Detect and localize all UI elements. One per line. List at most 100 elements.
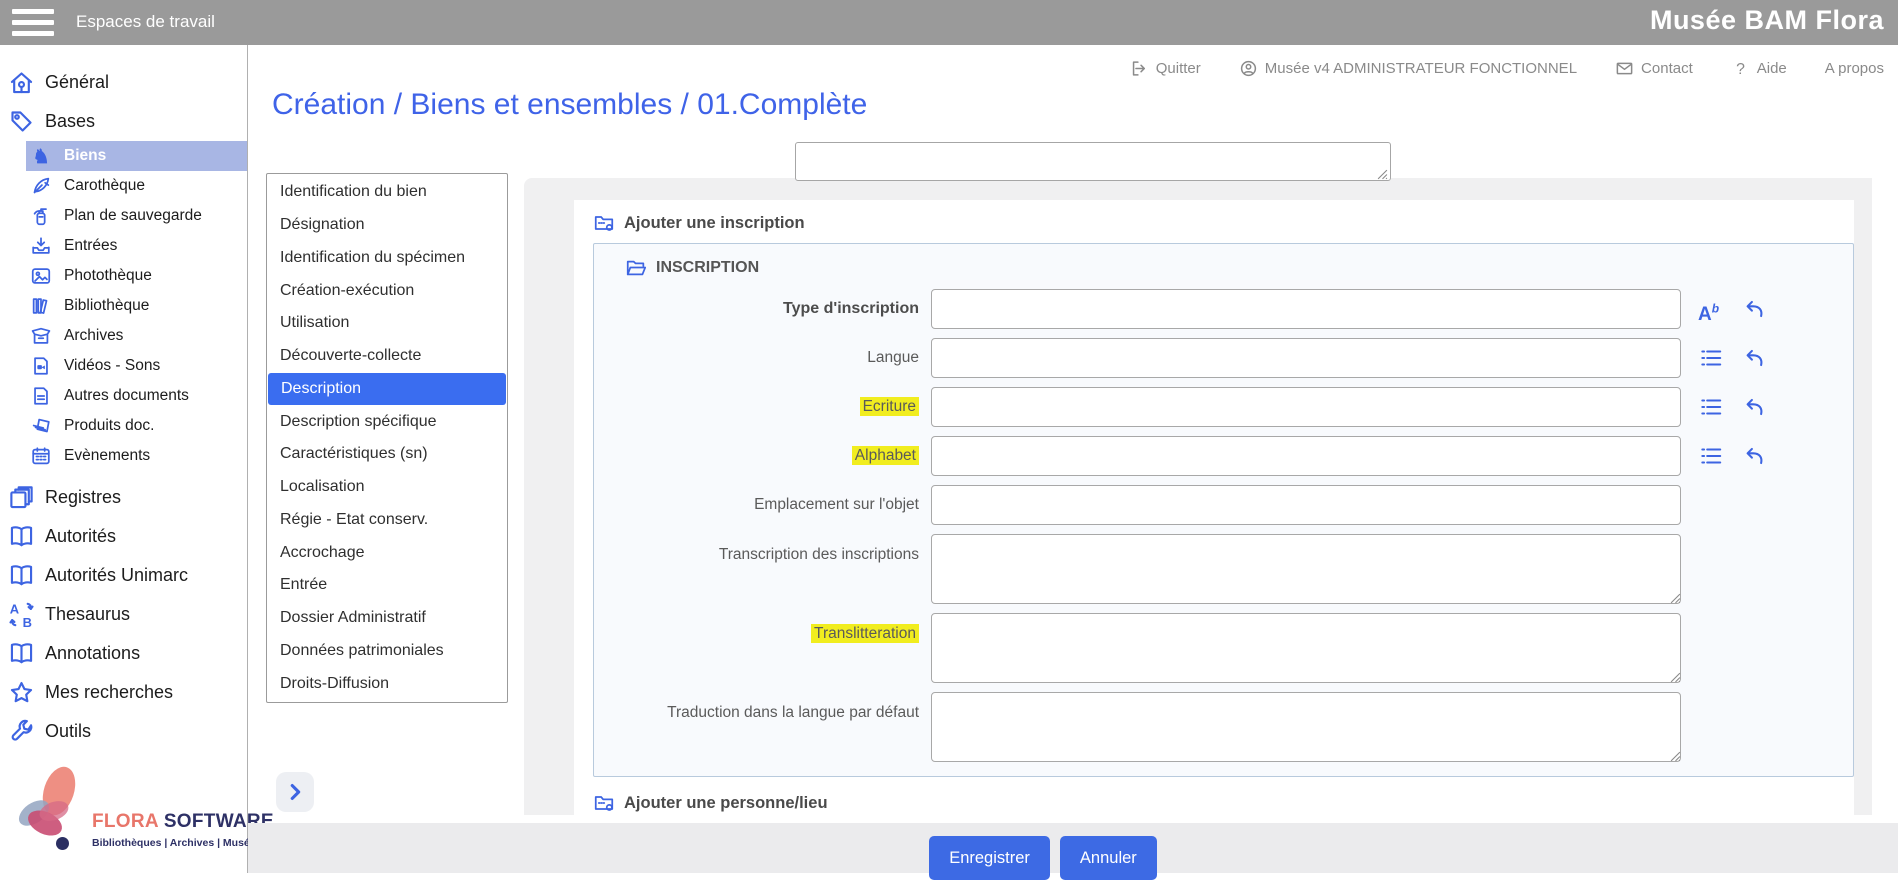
sidebar-item-mes-recherches[interactable]: Mes recherches	[0, 673, 247, 712]
section-tab-accrochage[interactable]: Accrochage	[267, 536, 507, 569]
save-button[interactable]: Enregistrer	[929, 836, 1050, 880]
section-nav: Identification du bienDésignationIdentif…	[266, 173, 508, 703]
resize-handle-icon	[1377, 167, 1388, 178]
sidebar-item-bases[interactable]: Bases	[0, 102, 247, 141]
field-control	[931, 387, 1681, 427]
field-row-langue: Langue	[594, 338, 1853, 378]
cutoff-textarea[interactable]	[795, 142, 1391, 181]
section-tab-description[interactable]: Description	[268, 373, 506, 406]
expand-nav-button[interactable]	[276, 772, 314, 812]
sidebar-item-registres[interactable]: Registres	[0, 478, 247, 517]
add-inscription-header: Ajouter une inscription	[593, 212, 1854, 234]
field-textarea-translitteration[interactable]	[931, 613, 1681, 683]
section-tab-entree[interactable]: Entrée	[267, 569, 507, 602]
open-box-icon	[30, 325, 52, 347]
field-label-text: Langue	[867, 349, 919, 366]
sidebar-item-general[interactable]: Général	[0, 63, 247, 102]
sidebar-item-label: Photothèque	[64, 267, 152, 285]
section-tab-identification-du-bien[interactable]: Identification du bien	[267, 176, 507, 209]
section-tab-utilisation[interactable]: Utilisation	[267, 307, 507, 340]
list-icon[interactable]	[1698, 394, 1724, 420]
sidebar-item-entrees[interactable]: Entrées	[26, 231, 247, 261]
undo-icon[interactable]	[1740, 443, 1766, 469]
footer-bar: Enregistrer Annuler	[248, 823, 1898, 873]
field-label: Translitteration	[594, 613, 919, 643]
section-tab-donnees-patrimoniales[interactable]: Données patrimoniales	[267, 635, 507, 668]
undo-icon[interactable]	[1740, 394, 1766, 420]
field-input-alphabet[interactable]	[931, 436, 1681, 476]
hamburger-menu-icon[interactable]	[12, 9, 54, 36]
flora-petals-icon	[12, 765, 90, 847]
sidebar-item-phototheque[interactable]: Photothèque	[26, 261, 247, 291]
sidebar-item-thesaurus[interactable]: ABThesaurus	[0, 595, 247, 634]
sidebar-item-autres-documents[interactable]: Autres documents	[26, 381, 247, 411]
sidebar-item-label: Mes recherches	[45, 682, 173, 703]
brand-tagline: Bibliothèques | Archives | Musées	[92, 837, 274, 849]
sidebar-item-label: Biens	[64, 147, 106, 165]
sidebar-item-label: Evènements	[64, 447, 150, 465]
app-title: Musée BAM Flora	[1650, 5, 1884, 36]
sidebar-item-label: Outils	[45, 721, 91, 742]
resize-handle-icon	[1670, 591, 1681, 602]
list-icon[interactable]	[1698, 345, 1724, 371]
sidebar-item-plan-de-sauvegarde[interactable]: Plan de sauvegarde	[26, 201, 247, 231]
field-textarea-traduction-dans-la-langue-par-defaut[interactable]	[931, 692, 1681, 762]
sidebar-item-archives[interactable]: Archives	[26, 321, 247, 351]
superscript-ab-icon[interactable]: Ab	[1698, 296, 1724, 322]
field-control	[931, 613, 1683, 683]
field-row-type-d-inscription: Type d'inscriptionAb	[594, 289, 1853, 329]
open-book-icon	[8, 562, 35, 589]
cancel-button[interactable]: Annuler	[1060, 836, 1157, 880]
registers-icon	[8, 484, 35, 511]
utility-aide[interactable]: ?Aide	[1731, 59, 1787, 78]
sidebar-item-annotations[interactable]: Annotations	[0, 634, 247, 673]
section-tab-dossier-administratif[interactable]: Dossier Administratif	[267, 602, 507, 635]
sidebar-item-label: Plan de sauvegarde	[64, 207, 202, 225]
list-icon[interactable]	[1698, 443, 1724, 469]
home-icon	[8, 69, 35, 96]
section-tab-decouverte-collecte[interactable]: Découverte-collecte	[267, 340, 507, 373]
wrench-icon	[8, 718, 35, 745]
sidebar-item-bibliotheque[interactable]: Bibliothèque	[26, 291, 247, 321]
utility-a-propos[interactable]: A propos	[1825, 60, 1884, 77]
field-textarea-transcription-des-inscriptions[interactable]	[931, 534, 1681, 604]
utility-bar: Quitter Musée v4 ADMINISTRATEUR FONCTIONN…	[1130, 55, 1884, 81]
section-tab-caracteristiques-sn[interactable]: Caractéristiques (sn)	[267, 438, 507, 471]
svg-text:♞: ♞	[32, 147, 49, 167]
section-tab-designation[interactable]: Désignation	[267, 209, 507, 242]
field-actions	[1698, 436, 1766, 476]
field-control	[931, 436, 1681, 476]
sidebar-item-autorites[interactable]: Autorités	[0, 517, 247, 556]
utility-label: A propos	[1825, 60, 1884, 77]
utility-user[interactable]: Musée v4 ADMINISTRATEUR FONCTIONNEL	[1239, 59, 1577, 78]
field-actions	[1698, 338, 1766, 378]
section-tab-regie-etat-conserv[interactable]: Régie - Etat conserv.	[267, 504, 507, 537]
form-panel: Ajouter une inscription INSCRIPTION Type…	[524, 178, 1872, 815]
field-control	[931, 692, 1683, 762]
sidebar-item-biens[interactable]: ♞ Biens	[26, 141, 247, 171]
sidebar-item-carotheque[interactable]: Carothèque	[26, 171, 247, 201]
sidebar-item-evenements[interactable]: Evènements	[26, 441, 247, 471]
field-input-langue[interactable]	[931, 338, 1681, 378]
inscription-group-title: INSCRIPTION	[656, 259, 759, 277]
sidebar-item-videos-sons[interactable]: Vidéos - Sons	[26, 351, 247, 381]
section-tab-creation-execution[interactable]: Création-exécution	[267, 274, 507, 307]
section-tab-localisation[interactable]: Localisation	[267, 471, 507, 504]
field-input-ecriture[interactable]	[931, 387, 1681, 427]
field-input-emplacement-sur-l-objet[interactable]	[931, 485, 1681, 525]
sidebar-item-produits-doc[interactable]: Produits doc.	[26, 411, 247, 441]
sidebar-item-outils[interactable]: Outils	[0, 712, 247, 751]
calendar-icon	[30, 445, 52, 467]
utility-quitter[interactable]: Quitter	[1130, 59, 1201, 78]
add-inscription-title: Ajouter une inscription	[624, 214, 805, 233]
undo-icon[interactable]	[1740, 296, 1766, 322]
sidebar-item-autorites-unimarc[interactable]: Autorités Unimarc	[0, 556, 247, 595]
section-tab-droits-diffusion[interactable]: Droits-Diffusion	[267, 667, 507, 700]
field-label: Transcription des inscriptions	[594, 534, 919, 564]
section-tab-identification-du-specimen[interactable]: Identification du spécimen	[267, 242, 507, 275]
section-tab-description-specifique[interactable]: Description spécifique	[267, 405, 507, 438]
utility-contact[interactable]: Contact	[1615, 59, 1693, 78]
field-row-ecriture: Ecriture	[594, 387, 1853, 427]
undo-icon[interactable]	[1740, 345, 1766, 371]
field-input-type-d-inscription[interactable]	[931, 289, 1681, 329]
